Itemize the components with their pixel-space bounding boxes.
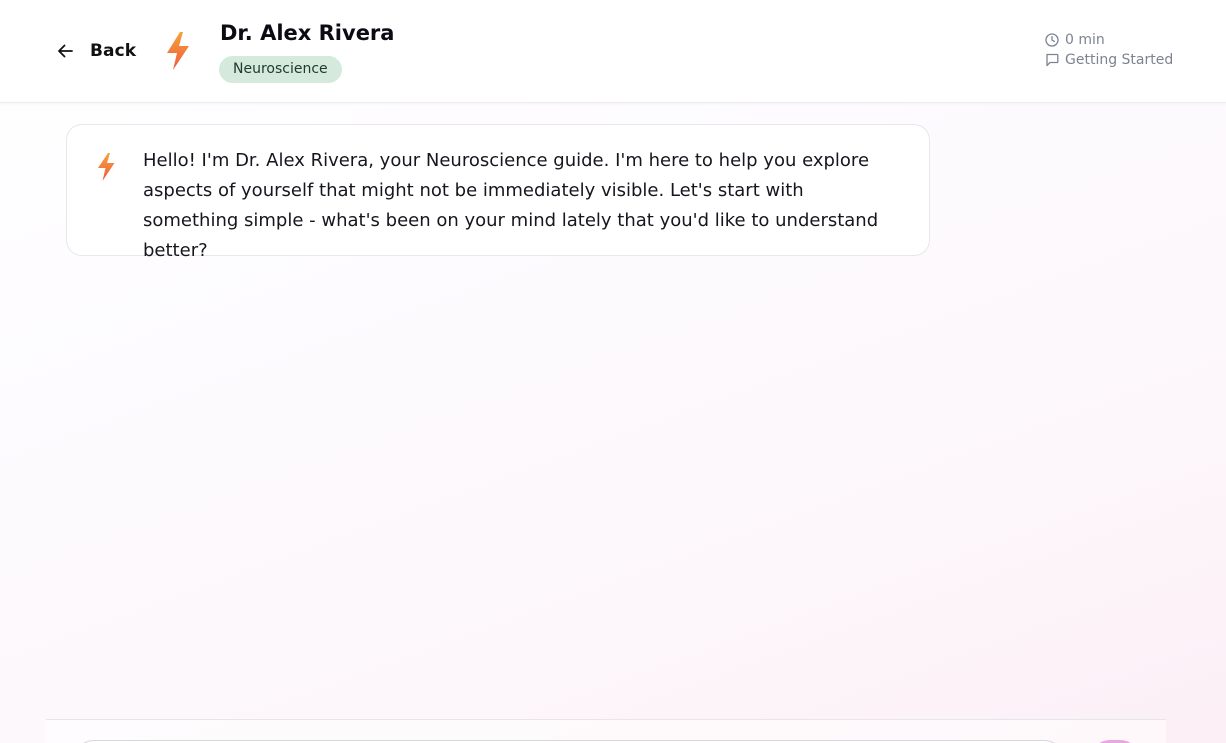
session-meta: 0 min Getting Started — [1045, 30, 1173, 70]
stage-row: Getting Started — [1045, 50, 1173, 70]
message-text: Hello! I'm Dr. Alex Rivera, your Neurosc… — [143, 150, 879, 261]
arrow-left-icon — [56, 42, 74, 60]
duration-row: 0 min — [1045, 30, 1173, 50]
page-title: Dr. Alex Rivera — [220, 21, 395, 45]
stage-text: Getting Started — [1065, 52, 1174, 68]
chat-header: Back Dr. Alex Rivera Neuroscience 0 min — [0, 0, 1226, 103]
duration-text: 0 min — [1065, 32, 1105, 48]
message-composer — [46, 719, 1166, 743]
clock-icon — [1045, 33, 1059, 47]
lightning-bolt-icon — [96, 152, 116, 182]
topic-badge: Neuroscience — [219, 56, 342, 83]
assistant-message: Hello! I'm Dr. Alex Rivera, your Neurosc… — [66, 124, 930, 261]
chat-bubble-icon — [1045, 53, 1059, 67]
back-label: Back — [90, 41, 137, 61]
lightning-bolt-icon — [164, 31, 192, 71]
back-button[interactable]: Back — [56, 38, 136, 64]
